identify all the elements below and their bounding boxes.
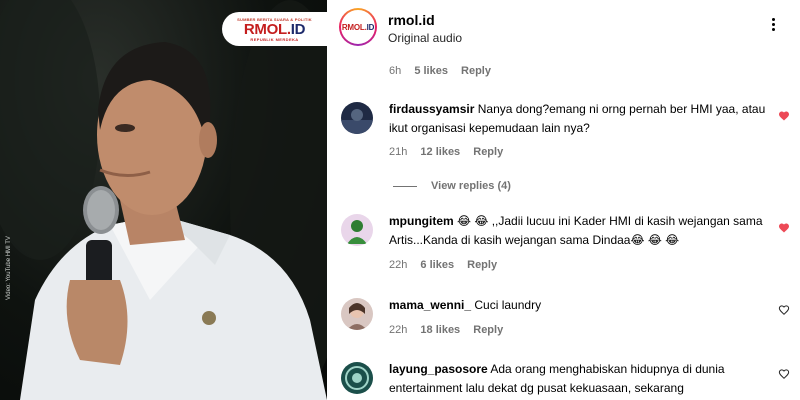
reply-button[interactable]: Reply bbox=[461, 65, 491, 77]
comment-username[interactable]: mama_wenni_ bbox=[389, 298, 471, 312]
comment-body: firdaussyamsir Nanya dong?emang ni orng … bbox=[389, 100, 779, 138]
comment-meta-row: 21h 12 likes Reply bbox=[389, 146, 503, 158]
user-avatar[interactable] bbox=[341, 102, 373, 134]
comment-body: mpungitem 😂 😂 ,,Jadii lucuu ini Kader HM… bbox=[389, 212, 779, 250]
comment-body: mama_wenni_ Cuci laundry bbox=[389, 296, 779, 315]
view-replies-label[interactable]: View replies (4) bbox=[431, 180, 511, 192]
video-frame-illustration bbox=[0, 0, 327, 400]
comment-likes[interactable]: 5 likes bbox=[414, 65, 448, 77]
comment-time: 21h bbox=[389, 146, 408, 158]
reply-button[interactable]: Reply bbox=[467, 259, 497, 271]
channel-avatar[interactable]: RMOL.ID bbox=[339, 8, 377, 46]
comment-meta-row: 22h 6 likes Reply bbox=[389, 259, 497, 271]
post-header: RMOL.ID rmol.id Original audio bbox=[327, 0, 800, 56]
user-avatar[interactable] bbox=[341, 214, 373, 246]
comment-meta-row: 22h 18 likes Reply bbox=[389, 324, 503, 336]
original-audio-link[interactable]: Original audio bbox=[388, 31, 462, 45]
user-avatar[interactable] bbox=[341, 298, 373, 330]
comment-meta-row: 6h 5 likes Reply bbox=[389, 65, 491, 77]
heart-icon[interactable] bbox=[778, 110, 790, 122]
view-replies-button[interactable]: View replies (4) bbox=[393, 180, 511, 192]
logo-wordmark: RMOL.ID bbox=[243, 20, 306, 38]
rmol-logo: SUMBER BERITA SUARA & POLITIK RMOL.ID RE… bbox=[222, 12, 327, 46]
comment-time: 22h bbox=[389, 324, 408, 336]
comment-text: Cuci laundry bbox=[471, 298, 542, 312]
comment-time: 6h bbox=[389, 65, 402, 77]
replies-divider bbox=[393, 185, 417, 187]
comment-body: layung_pasosore Ada orang menghabiskan h… bbox=[389, 360, 779, 398]
comments-panel: RMOL.ID rmol.id Original audio 6h 5 like… bbox=[327, 0, 800, 400]
comment-time: 22h bbox=[389, 259, 408, 271]
video-credit: Video: YouTube HMI TV bbox=[6, 236, 12, 300]
comment-likes[interactable]: 12 likes bbox=[420, 146, 460, 158]
reply-button[interactable]: Reply bbox=[473, 324, 503, 336]
heart-outline-icon[interactable] bbox=[778, 368, 790, 380]
comment-username[interactable]: firdaussyamsir bbox=[389, 102, 474, 116]
reply-button[interactable]: Reply bbox=[473, 146, 503, 158]
comment-username[interactable]: layung_pasosore bbox=[389, 362, 488, 376]
comment-likes[interactable]: 18 likes bbox=[420, 324, 460, 336]
comment-username[interactable]: mpungitem bbox=[389, 214, 454, 228]
more-vertical-icon[interactable] bbox=[763, 18, 783, 38]
heart-outline-icon[interactable] bbox=[778, 304, 790, 316]
heart-icon[interactable] bbox=[778, 222, 790, 234]
channel-name[interactable]: rmol.id bbox=[388, 12, 435, 28]
logo-subtitle: REPUBLIK MERDEKA bbox=[250, 36, 299, 42]
user-avatar[interactable] bbox=[341, 362, 373, 394]
comment-likes[interactable]: 6 likes bbox=[420, 259, 454, 271]
video-player[interactable]: SUMBER BERITA SUARA & POLITIK RMOL.ID RE… bbox=[0, 0, 327, 400]
